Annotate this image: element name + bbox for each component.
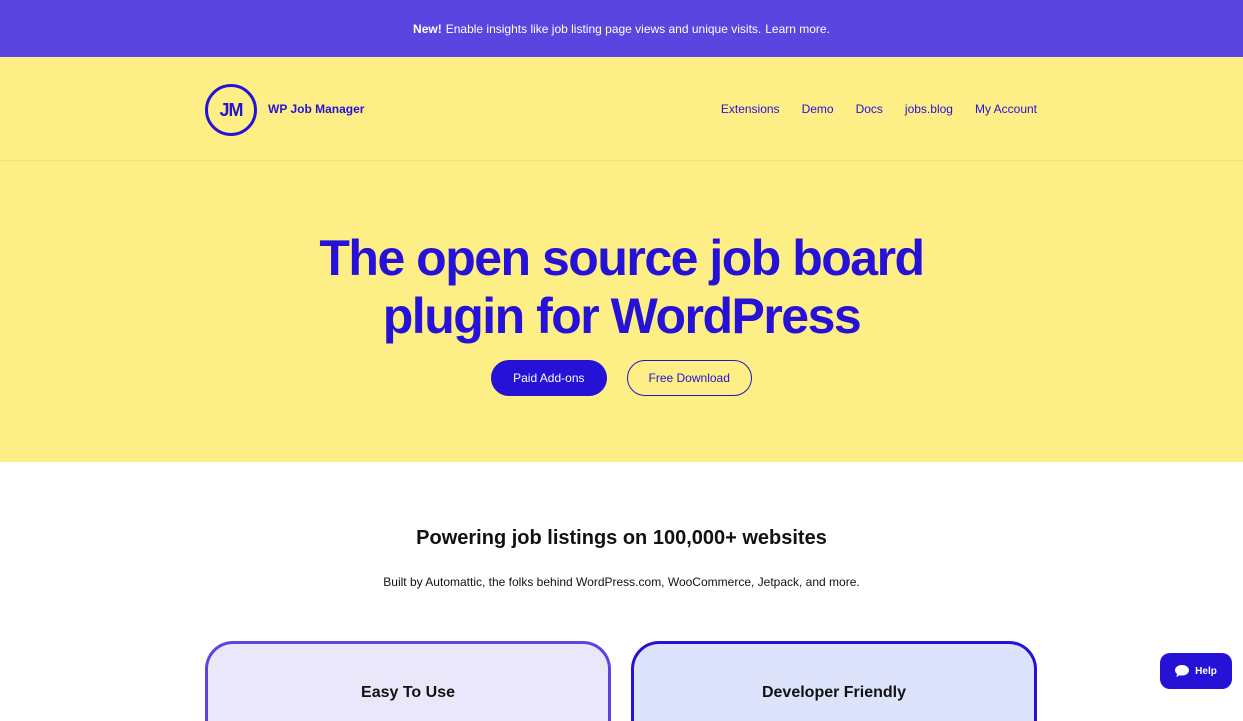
announcement-banner: New! Enable insights like job listing pa… [0, 0, 1243, 57]
banner-new-label: New! [413, 21, 442, 36]
paid-addons-button[interactable]: Paid Add-ons [491, 360, 607, 396]
site-header: JM WP Job Manager Extensions Demo Docs j… [0, 57, 1243, 161]
nav-my-account[interactable]: My Account [975, 102, 1037, 116]
nav-extensions[interactable]: Extensions [721, 102, 780, 116]
banner-learn-more-link[interactable]: Learn more. [765, 22, 830, 36]
stats-subtitle: Built by Automattic, the folks behind Wo… [383, 575, 860, 589]
main-nav: Extensions Demo Docs jobs.blog My Accoun… [721, 102, 1037, 116]
free-download-button[interactable]: Free Download [626, 360, 752, 396]
help-button[interactable]: Help [1160, 653, 1232, 689]
chat-bubble-icon [1175, 665, 1190, 677]
banner-text: Enable insights like job listing page vi… [445, 21, 762, 36]
hero-headline-line1: The open source job board [319, 230, 925, 286]
feature-card-title: Easy To Use [361, 684, 455, 701]
hero-buttons: Paid Add-ons Free Download [0, 360, 1243, 396]
feature-card-developer-friendly: Developer Friendly [631, 641, 1037, 721]
logo-icon[interactable]: JM [205, 84, 257, 136]
help-label: Help [1195, 665, 1217, 677]
feature-card-easy-to-use: Easy To Use [205, 641, 611, 721]
nav-docs[interactable]: Docs [856, 102, 883, 116]
logo-text[interactable]: WP Job Manager [268, 102, 364, 116]
nav-demo[interactable]: Demo [802, 102, 834, 116]
feature-card-title: Developer Friendly [761, 684, 907, 701]
stats-title: Powering job listings on 100,000+ websit… [416, 527, 827, 549]
nav-jobs-blog[interactable]: jobs.blog [905, 102, 953, 116]
hero-section: JM WP Job Manager Extensions Demo Docs j… [0, 57, 1243, 462]
hero-headline: The open source job board plugin for Wor… [0, 229, 1243, 345]
hero-headline-line2: plugin for WordPress [382, 288, 862, 344]
